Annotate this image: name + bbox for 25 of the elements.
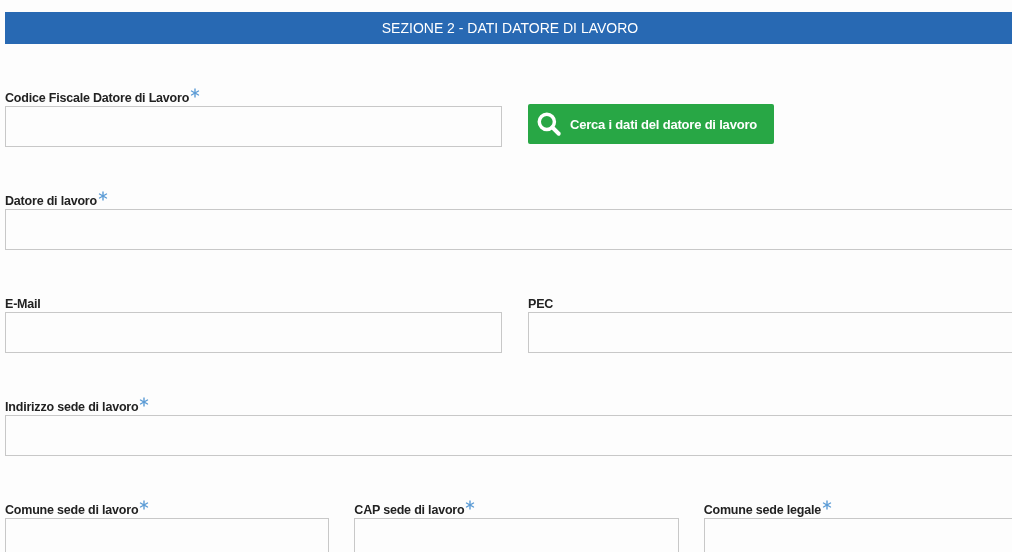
search-icon	[536, 111, 562, 137]
field-label: Comune sede legale	[703, 503, 821, 517]
field-label: Codice Fiscale Datore di Lavoro	[5, 91, 190, 105]
field-label: Comune sede di lavoro	[5, 503, 139, 517]
field-label: PEC	[528, 297, 554, 311]
input-field[interactable]	[703, 518, 1012, 552]
input-field[interactable]	[5, 518, 330, 552]
input-field[interactable]	[5, 415, 1012, 456]
input-field[interactable]	[528, 312, 1012, 353]
field-label: Datore di lavoro	[5, 194, 97, 208]
field-label: CAP sede di lavoro	[354, 503, 465, 517]
input-field[interactable]	[5, 209, 1012, 250]
required-icon	[139, 500, 150, 510]
required-icon	[139, 397, 150, 407]
required-icon	[465, 500, 476, 510]
required-icon	[190, 88, 201, 98]
input-field[interactable]	[354, 518, 679, 552]
field-label: Indirizzo sede di lavoro	[5, 400, 139, 414]
section-title: SEZIONE 2 - DATI DATORE DI LAVORO	[381, 20, 639, 36]
input-field[interactable]	[5, 106, 502, 147]
search-button[interactable]: Cerca i dati del datore di lavoro	[528, 104, 774, 144]
required-icon	[821, 500, 832, 510]
required-icon	[97, 191, 108, 201]
input-field[interactable]	[5, 312, 502, 353]
field-label: E-Mail	[5, 297, 41, 311]
